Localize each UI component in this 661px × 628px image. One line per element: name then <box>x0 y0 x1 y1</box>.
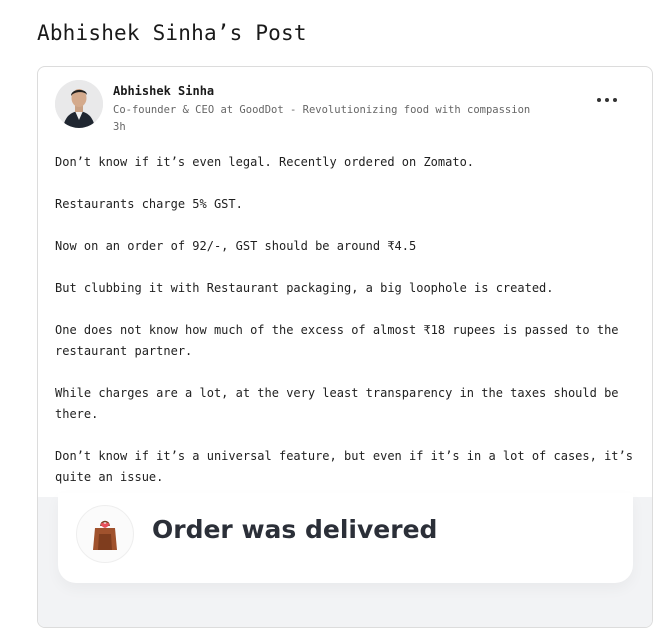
author-headline: Co-founder & CEO at GoodDot - Revolution… <box>113 104 531 116</box>
author-name[interactable]: Abhishek Sinha <box>113 84 214 98</box>
post-paragraph: Don’t know if it’s even legal. Recently … <box>55 155 475 169</box>
order-status-banner: Order was delivered <box>58 493 633 583</box>
page-title: Abhishek Sinha’s Post <box>37 21 307 45</box>
order-status-text: Order was delivered <box>152 515 438 544</box>
post-paragraph: One does not know how much of the excess… <box>55 323 619 358</box>
avatar-image <box>55 80 103 128</box>
post-timestamp: 3h <box>113 121 126 133</box>
post-paragraph: Restaurants charge 5% GST. <box>55 197 243 211</box>
post-paragraph: While charges are a lot, at the very lea… <box>55 386 619 421</box>
post-paragraph: But clubbing it with Restaurant packagin… <box>55 281 554 295</box>
more-options-icon[interactable] <box>594 91 620 109</box>
delivery-bag-icon <box>76 505 134 563</box>
post-paragraph: Now on an order of 92/-, GST should be a… <box>55 239 417 253</box>
post-media-image[interactable]: Order was delivered <box>38 493 652 627</box>
post-body: Don’t know if it’s even legal. Recently … <box>55 152 635 509</box>
post-card: Abhishek Sinha Co-founder & CEO at GoodD… <box>37 66 653 628</box>
author-avatar[interactable] <box>55 80 103 128</box>
post-paragraph: Don’t know if it’s a universal feature, … <box>55 449 633 484</box>
